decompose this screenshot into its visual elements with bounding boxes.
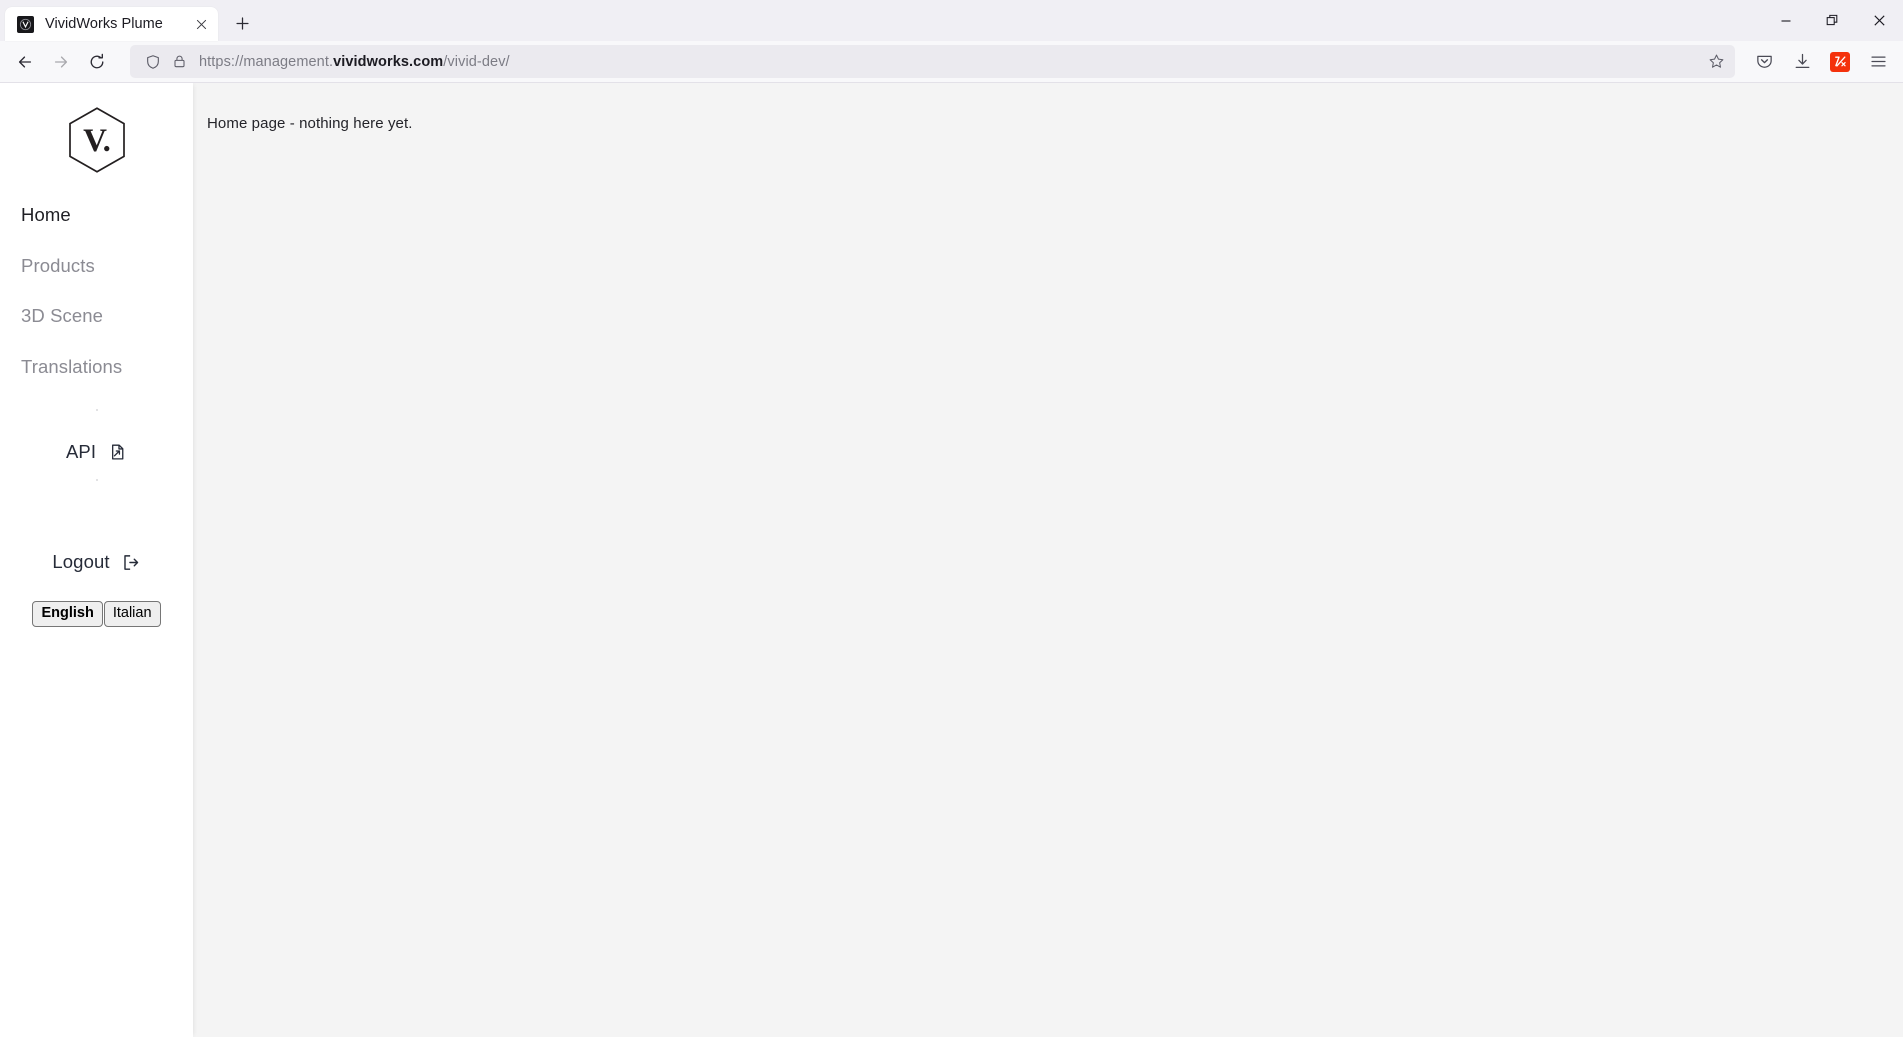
url-host: vividworks.com <box>333 53 444 70</box>
sidebar-item-label: Products <box>21 254 95 276</box>
sidebar-item-api[interactable]: API <box>66 435 127 469</box>
pocket-icon <box>1756 55 1772 68</box>
bookmark-star-icon[interactable] <box>1701 48 1731 76</box>
app-main-content: Home page - nothing here yet. <box>193 83 1903 1037</box>
tab-title: VividWorks Plume <box>45 16 163 32</box>
pocket-save-button[interactable] <box>1747 45 1781 79</box>
external-document-icon <box>107 442 127 462</box>
vividworks-favicon-icon <box>17 15 34 33</box>
language-button-italian[interactable]: Italian <box>103 601 161 627</box>
dot-icon <box>95 409 98 411</box>
back-button[interactable] <box>8 45 42 79</box>
svg-text:V.: V. <box>83 123 111 159</box>
arrow-right-icon <box>54 55 68 68</box>
download-icon <box>1795 53 1809 69</box>
sidebar-item-home[interactable]: Home <box>21 197 71 234</box>
language-button-english[interactable]: English <box>32 601 103 627</box>
url-text[interactable]: https://management.vividworks.com/vivid-… <box>199 54 1701 70</box>
sidebar-nav-list: Home Products 3D Scene Translations <box>0 197 193 399</box>
url-scheme: https:// <box>199 53 244 70</box>
translate-extension-icon <box>1830 51 1850 72</box>
page-viewport: V. Home Products 3D Scene Translations A… <box>0 83 1903 1037</box>
sidebar-item-3d-scene[interactable]: 3D Scene <box>21 298 103 335</box>
sidebar-item-translations[interactable]: Translations <box>21 349 122 386</box>
new-tab-button[interactable] <box>227 8 257 38</box>
toolbar-right-actions <box>1743 45 1895 79</box>
hamburger-menu-icon <box>1870 56 1886 67</box>
sidebar-item-logout[interactable]: Logout <box>52 545 140 579</box>
sidebar-item-label: Translations <box>21 355 123 377</box>
browser-tab[interactable]: VividWorks Plume <box>5 7 218 41</box>
url-subdomain: management. <box>243 53 334 70</box>
language-switcher: English Italian <box>32 601 161 627</box>
reload-button[interactable] <box>80 45 114 79</box>
page-message: Home page - nothing here yet. <box>207 115 413 132</box>
minimize-window-button[interactable] <box>1762 0 1809 41</box>
application-menu-button[interactable] <box>1861 45 1895 79</box>
forward-button[interactable] <box>44 45 78 79</box>
minimize-icon <box>1781 19 1790 22</box>
sidebar-logout-label: Logout <box>52 551 110 572</box>
dot-icon <box>95 479 98 481</box>
sidebar-item-label: 3D Scene <box>21 305 104 326</box>
browser-window: VividWorks Plume https://management.vivi… <box>0 0 1903 1037</box>
sidebar-divider-dot-top <box>0 399 193 413</box>
restore-icon <box>1826 14 1838 26</box>
reload-icon <box>90 53 104 68</box>
sidebar-api-label: API <box>65 441 97 462</box>
close-icon <box>1874 15 1885 26</box>
close-window-button[interactable] <box>1856 0 1903 41</box>
window-controls <box>1762 0 1903 41</box>
close-tab-icon[interactable] <box>190 13 212 35</box>
navigation-toolbar: https://management.vividworks.com/vivid-… <box>0 41 1903 83</box>
app-sidebar: V. Home Products 3D Scene Translations A… <box>0 83 193 1037</box>
lock-icon[interactable] <box>166 49 192 75</box>
url-bar[interactable]: https://management.vividworks.com/vivid-… <box>130 45 1735 78</box>
arrow-left-icon <box>18 55 32 68</box>
restore-window-button[interactable] <box>1809 0 1856 41</box>
sidebar-item-products[interactable]: Products <box>21 248 95 285</box>
tab-strip: VividWorks Plume <box>0 0 1903 41</box>
url-path: /vivid-dev/ <box>443 53 510 70</box>
translate-extension-button[interactable] <box>1823 45 1857 79</box>
shield-icon[interactable] <box>140 49 166 75</box>
vividworks-hexagon-logo-icon[interactable]: V. <box>64 107 130 173</box>
downloads-button[interactable] <box>1785 45 1819 79</box>
plus-icon <box>235 16 249 30</box>
sign-out-icon <box>121 552 141 572</box>
sidebar-divider-dot-bottom <box>0 469 193 483</box>
sidebar-item-label: Home <box>21 204 71 225</box>
